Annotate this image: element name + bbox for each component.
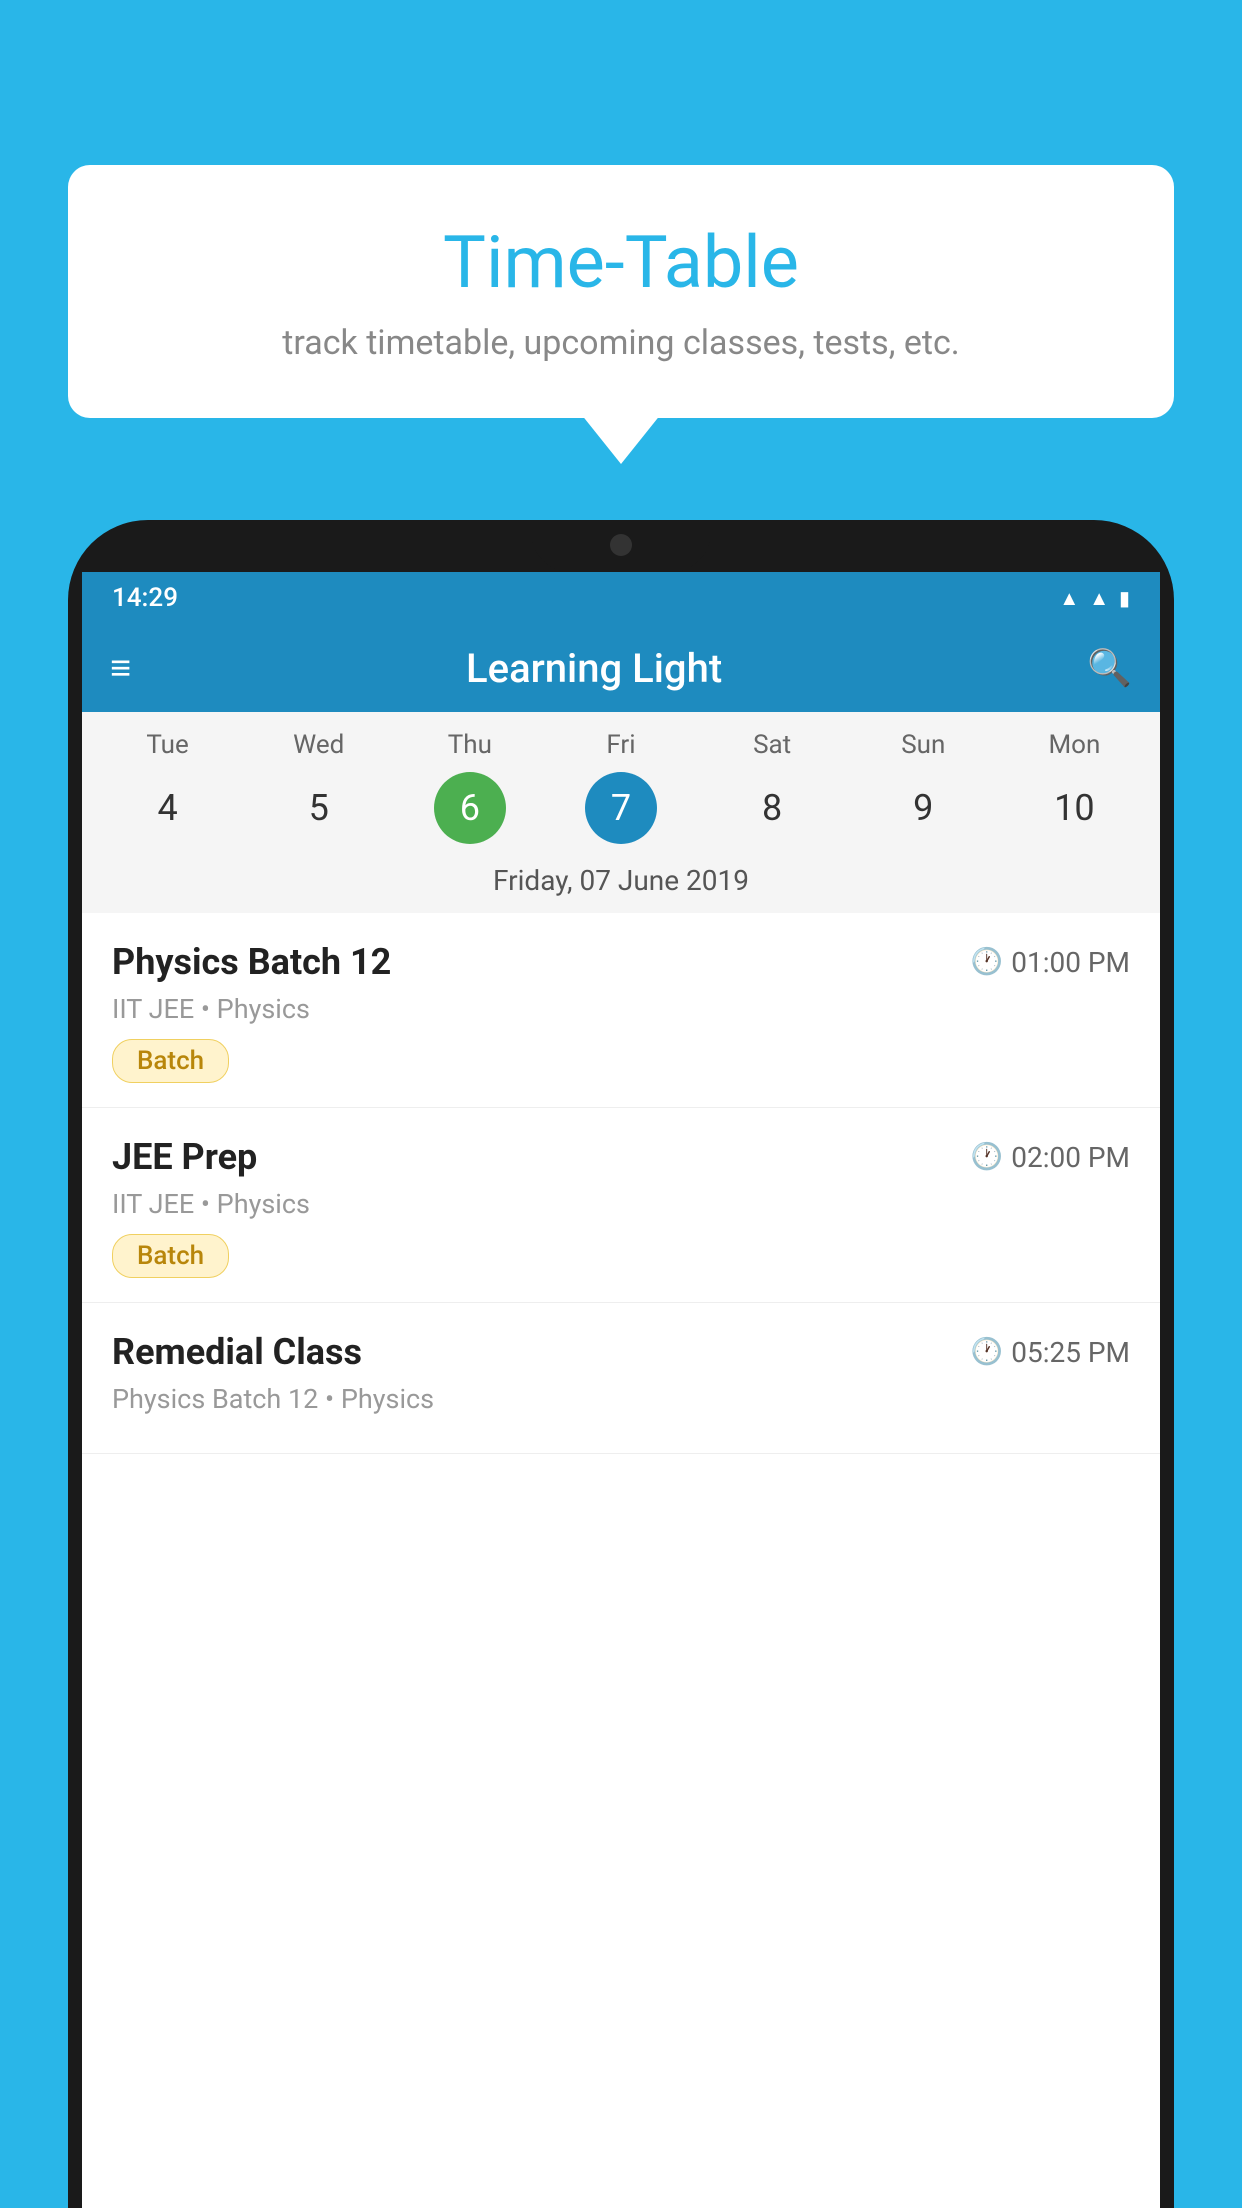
clock-icon: 🕐 xyxy=(971,1337,1003,1367)
calendar-section: Tue 4 Wed 5 Thu 6 Fri 7 Sat 8 Sun 9 Mon 10 Friday, 07… xyxy=(82,712,1160,913)
schedule-item[interactable]: Physics Batch 12 🕐 01:00 PM IIT JEE • Phys… xyxy=(82,913,1160,1108)
speech-bubble-container: Time-Table track timetable, upcoming cla… xyxy=(68,165,1174,418)
bubble-title: Time-Table xyxy=(128,220,1114,305)
phone-notch xyxy=(531,520,711,572)
bubble-subtitle: track timetable, upcoming classes, tests… xyxy=(128,323,1114,363)
battery-icon: ▮ xyxy=(1119,586,1130,610)
day-name: Fri xyxy=(606,730,635,760)
day-col-fri[interactable]: Fri 7 xyxy=(551,730,691,844)
status-icons: ▲ ▲ ▮ xyxy=(1059,586,1130,611)
day-col-wed[interactable]: Wed 5 xyxy=(249,730,389,844)
schedule-item-top: JEE Prep 🕐 02:00 PM xyxy=(112,1136,1130,1178)
day-number[interactable]: 5 xyxy=(283,772,355,844)
clock-icon: 🕐 xyxy=(971,947,1003,977)
day-number[interactable]: 6 xyxy=(434,772,506,844)
wifi-icon: ▲ xyxy=(1059,586,1079,611)
day-col-thu[interactable]: Thu 6 xyxy=(400,730,540,844)
app-bar: ≡ Learning Light 🔍 xyxy=(82,624,1160,712)
day-number[interactable]: 9 xyxy=(887,772,959,844)
day-number[interactable]: 8 xyxy=(736,772,808,844)
schedule-item-top: Remedial Class 🕐 05:25 PM xyxy=(112,1331,1130,1373)
day-col-sun[interactable]: Sun 9 xyxy=(853,730,993,844)
phone-camera xyxy=(610,534,632,556)
status-bar: 14:29 ▲ ▲ ▮ xyxy=(82,572,1160,624)
status-time: 14:29 xyxy=(112,583,178,613)
day-name: Sun xyxy=(901,730,945,760)
selected-date-label: Friday, 07 June 2019 xyxy=(82,852,1160,913)
day-col-sat[interactable]: Sat 8 xyxy=(702,730,842,844)
days-row: Tue 4 Wed 5 Thu 6 Fri 7 Sat 8 Sun 9 Mon 10 xyxy=(82,712,1160,852)
day-col-mon[interactable]: Mon 10 xyxy=(1004,730,1144,844)
schedule-meta: Physics Batch 12 • Physics xyxy=(112,1383,1130,1415)
day-number[interactable]: 4 xyxy=(132,772,204,844)
phone-frame: 14:29 ▲ ▲ ▮ ≡ Learning Light 🔍 Tue4Wed5T… xyxy=(68,520,1174,2208)
schedule-time: 🕐 02:00 PM xyxy=(971,1141,1130,1174)
schedule-meta: IIT JEE • Physics xyxy=(112,1188,1130,1220)
schedule-meta: IIT JEE • Physics xyxy=(112,993,1130,1025)
batch-badge: Batch xyxy=(112,1234,229,1278)
speech-bubble: Time-Table track timetable, upcoming cla… xyxy=(68,165,1174,418)
day-name: Thu xyxy=(448,730,492,760)
schedule-item[interactable]: JEE Prep 🕐 02:00 PM IIT JEE • Physics Batch xyxy=(82,1108,1160,1303)
schedule-item-top: Physics Batch 12 🕐 01:00 PM xyxy=(112,941,1130,983)
day-col-tue[interactable]: Tue 4 xyxy=(98,730,238,844)
day-name: Wed xyxy=(293,730,344,760)
batch-badge: Batch xyxy=(112,1039,229,1083)
schedule-time: 🕐 05:25 PM xyxy=(971,1336,1130,1369)
app-title: Learning Light xyxy=(101,645,1087,692)
search-icon[interactable]: 🔍 xyxy=(1087,647,1132,689)
schedule-list: Physics Batch 12 🕐 01:00 PM IIT JEE • Phys… xyxy=(82,913,1160,1454)
day-number[interactable]: 10 xyxy=(1038,772,1110,844)
day-name: Sat xyxy=(753,730,791,760)
day-name: Mon xyxy=(1048,730,1100,760)
signal-icon: ▲ xyxy=(1089,586,1109,611)
clock-icon: 🕐 xyxy=(971,1142,1003,1172)
schedule-time: 🕐 01:00 PM xyxy=(971,946,1130,979)
phone-screen: 14:29 ▲ ▲ ▮ ≡ Learning Light 🔍 Tue4Wed5T… xyxy=(82,572,1160,2208)
schedule-item[interactable]: Remedial Class 🕐 05:25 PM Physics Batch 12… xyxy=(82,1303,1160,1454)
day-name: Tue xyxy=(146,730,188,760)
schedule-title: JEE Prep xyxy=(112,1136,257,1178)
day-number[interactable]: 7 xyxy=(585,772,657,844)
schedule-title: Physics Batch 12 xyxy=(112,941,391,983)
schedule-title: Remedial Class xyxy=(112,1331,362,1373)
